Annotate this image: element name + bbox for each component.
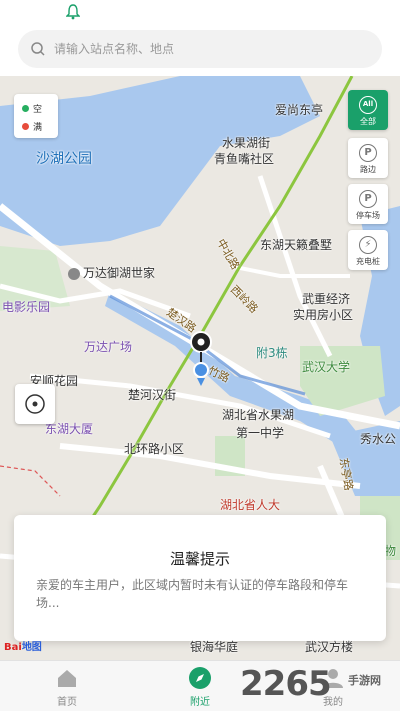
free-dot-icon <box>22 105 29 112</box>
map-label: 青鱼嘴社区 <box>214 152 275 166</box>
map-label: 爱尚东亭 <box>275 103 324 117</box>
map-label: 武重经济 <box>302 292 351 306</box>
baidu-logo: Bai地图 <box>4 642 42 653</box>
top-bar <box>0 0 400 76</box>
filter-charger-button[interactable]: ⚡ 充电桩 <box>348 230 388 270</box>
filter-roadside-button[interactable]: P 路边 <box>348 138 388 178</box>
notification-icon[interactable] <box>66 4 80 20</box>
compass-icon <box>189 667 211 689</box>
search-input[interactable] <box>54 30 364 68</box>
charger-icon: ⚡ <box>359 236 377 254</box>
map-label: 武汉大学 <box>302 360 351 374</box>
home-icon <box>58 670 76 687</box>
bottom-tab-bar: 首页 附近 我的 <box>0 660 400 711</box>
search-icon <box>31 42 45 56</box>
parking-icon: P <box>359 144 377 162</box>
map-label: 秀水公 <box>360 432 397 446</box>
map-label: 水果湖街 <box>222 136 271 150</box>
map-label: 电影乐园 <box>2 300 51 314</box>
tab-home[interactable]: 首页 <box>17 661 117 712</box>
locate-icon <box>25 394 45 414</box>
all-icon: All <box>359 96 377 114</box>
map-label: 银海华庭 <box>190 640 239 654</box>
map-label: 万达广场 <box>84 340 133 354</box>
map-label: 楚河汉街 <box>128 388 177 402</box>
map-label: 万达御湖世家 <box>68 264 155 281</box>
filter-parking-lot-button[interactable]: P 停车场 <box>348 184 388 224</box>
poi-icon <box>68 267 80 280</box>
map-label: 东湖天籁叠墅 <box>260 238 333 252</box>
map-label: 实用房小区 <box>293 308 354 322</box>
dialog-message: 亲爱的车主用户，此区域内暂时未有认证的停车路段和停车场... <box>36 578 349 610</box>
full-dot-icon <box>22 123 29 130</box>
search-bar[interactable] <box>18 30 382 68</box>
parking-lot-icon: P <box>359 190 377 208</box>
dialog-title: 温馨提示 <box>169 550 230 568</box>
tip-dialog[interactable]: 温馨提示 亲爱的车主用户，此区域内暂时未有认证的停车路段和停车场... <box>14 515 386 641</box>
map-label: 第一中学 <box>236 426 285 440</box>
watermark-logo: 2265 手游网 <box>240 664 381 704</box>
tab-nearby[interactable]: 附近 <box>150 661 250 712</box>
map-label: 湖北省水果湖 <box>222 408 295 422</box>
filter-all-button[interactable]: All 全部 <box>348 90 388 130</box>
map-label: 湖北省人大 <box>220 498 281 512</box>
availability-legend: 空 满 <box>14 94 58 138</box>
map-label: 北环路小区 <box>124 442 185 456</box>
location-pin-icon <box>190 331 212 386</box>
map-label: 附3栋 <box>256 346 288 360</box>
map-label: 武汉方楼 <box>305 640 354 654</box>
map-label: 沙湖公园 <box>36 151 92 167</box>
locate-button[interactable] <box>15 384 55 424</box>
